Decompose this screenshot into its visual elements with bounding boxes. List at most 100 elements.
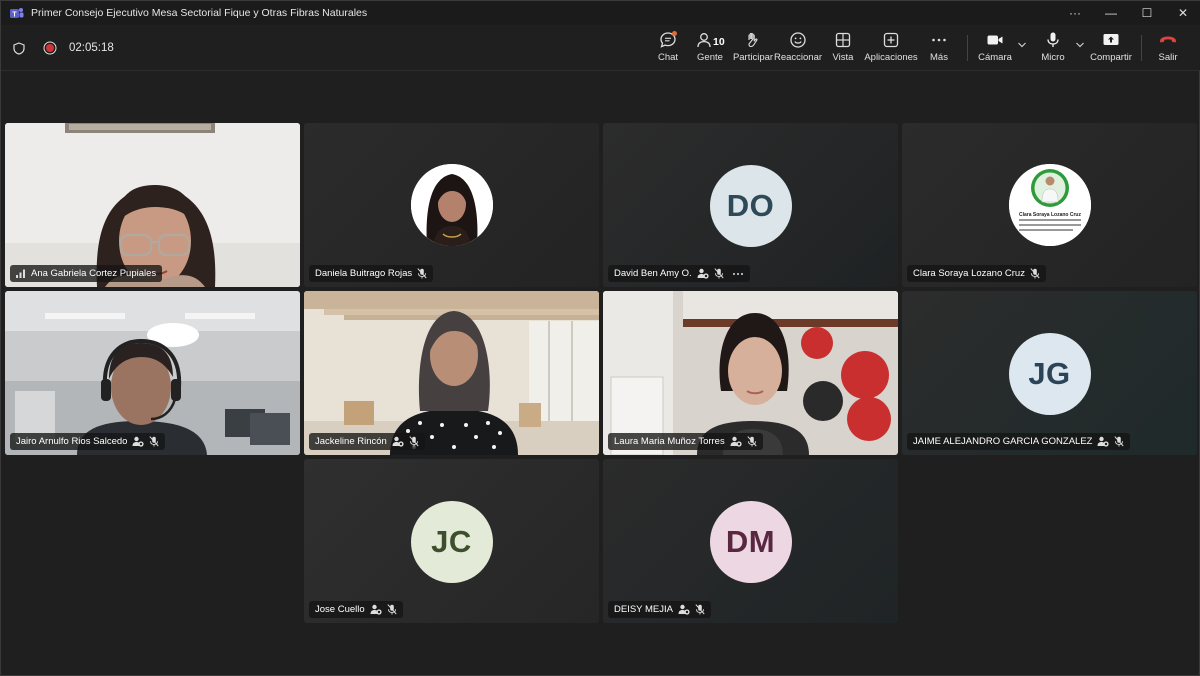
- external-user-icon: [370, 604, 382, 615]
- participant-tile[interactable]: Laura Maria Muñoz Torres: [603, 291, 898, 455]
- participant-nameplate: David Ben Amy O.: [608, 265, 750, 282]
- people-count: 10: [713, 36, 725, 48]
- participant-nameplate: Jackeline Rincón: [309, 433, 425, 450]
- participant-name: Jose Cuello: [315, 604, 365, 615]
- meeting-toolbar: 02:05:18 Chat 10 Gente Participar Reacci…: [1, 25, 1200, 71]
- mic-button[interactable]: Micro: [1039, 31, 1067, 67]
- window-more-button[interactable]: ···: [1057, 1, 1093, 25]
- window-title: Primer Consejo Ejecutivo Mesa Sectorial …: [31, 7, 368, 19]
- shield-icon[interactable]: [13, 41, 25, 55]
- hang-up-icon: [1160, 36, 1176, 43]
- meeting-timer: 02:05:18: [69, 42, 114, 54]
- mic-muted-icon: [409, 436, 419, 447]
- add-app-icon: [883, 32, 899, 48]
- mic-muted-icon: [1114, 436, 1125, 447]
- participant-name: Jairo Arnulfo Rios Salcedo: [16, 436, 128, 447]
- mic-muted-icon: [149, 436, 159, 447]
- share-button[interactable]: Compartir: [1090, 31, 1132, 67]
- participant-tile[interactable]: Jackeline Rincón: [304, 291, 599, 455]
- participant-nameplate: JAIME ALEJANDRO GARCIA GONZALEZ: [907, 433, 1131, 450]
- raise-hand-button[interactable]: Participar: [732, 31, 774, 67]
- camera-options-chevron-icon[interactable]: [1017, 41, 1027, 49]
- participant-more-options-icon[interactable]: [732, 272, 744, 276]
- participant-nameplate: Jose Cuello: [309, 601, 403, 618]
- participant-video: [5, 291, 300, 455]
- photo-caption: Clara Soraya Lozano Cruz: [1019, 212, 1081, 218]
- external-user-icon: [392, 436, 404, 447]
- minimize-button[interactable]: —: [1093, 1, 1129, 25]
- participant-tile[interactable]: JG JAIME ALEJANDRO GARCIA GONZALEZ: [902, 291, 1197, 455]
- profile-photo: Clara Soraya Lozano Cruz: [1008, 164, 1091, 246]
- profile-photo: [410, 164, 493, 246]
- participant-tile[interactable]: JC Jose Cuello: [304, 459, 599, 623]
- mic-options-chevron-icon[interactable]: [1075, 41, 1085, 49]
- toolbar-divider: [967, 35, 968, 61]
- external-user-icon: [697, 268, 709, 279]
- maximize-button[interactable]: ☐: [1129, 1, 1165, 25]
- participant-tile[interactable]: Jairo Arnulfo Rios Salcedo: [5, 291, 300, 455]
- apps-label: Aplicaciones: [864, 52, 918, 63]
- people-icon: [697, 33, 711, 48]
- chat-label: Chat: [657, 52, 679, 63]
- window-controls: ··· — ☐ ✕: [1057, 1, 1200, 25]
- participant-nameplate: DEISY MEJIA: [608, 601, 711, 618]
- more-dots-icon: [932, 38, 946, 42]
- participant-nameplate: Daniela Buitrago Rojas: [309, 265, 434, 282]
- raise-hand-label: Participar: [732, 52, 774, 63]
- participant-video: [603, 291, 898, 455]
- view-button[interactable]: Vista: [831, 31, 855, 67]
- signal-strength-icon: [16, 269, 25, 278]
- participant-nameplate: Ana Gabriela Cortez Pupiales: [10, 265, 163, 282]
- apps-button[interactable]: Aplicaciones: [864, 31, 918, 67]
- participant-video: [304, 291, 599, 455]
- participant-name: DEISY MEJIA: [614, 604, 673, 615]
- participant-photo-avatar: [410, 164, 493, 246]
- participant-video: [5, 123, 300, 287]
- mic-muted-icon: [695, 604, 705, 615]
- participant-name: Daniela Buitrago Rojas: [315, 268, 413, 279]
- people-button[interactable]: 10 Gente: [695, 31, 725, 67]
- leave-label: Salir: [1158, 52, 1178, 63]
- microphone-icon: [1047, 32, 1059, 47]
- participant-tile[interactable]: DO David Ben Amy O.: [603, 123, 898, 287]
- close-window-button[interactable]: ✕: [1165, 1, 1200, 25]
- participant-initials-avatar: DO: [709, 165, 792, 247]
- recording-icon: [43, 41, 57, 55]
- participant-nameplate: Clara Soraya Lozano Cruz: [907, 265, 1046, 282]
- participant-tile[interactable]: Clara Soraya Lozano Cruz Clara Soraya Lo…: [902, 123, 1197, 287]
- participant-tile[interactable]: DM DEISY MEJIA: [603, 459, 898, 623]
- emoji-icon: [790, 32, 806, 48]
- more-button[interactable]: Más: [927, 31, 951, 67]
- view-label: Vista: [832, 52, 854, 63]
- participant-name: Ana Gabriela Cortez Pupiales: [31, 268, 157, 279]
- svg-text:T: T: [12, 11, 17, 18]
- teams-logo-icon: T: [10, 8, 24, 18]
- mic-muted-icon: [747, 436, 757, 447]
- hand-icon: [748, 32, 758, 48]
- participant-name: Jackeline Rincón: [315, 436, 387, 447]
- leave-button[interactable]: Salir: [1156, 31, 1180, 67]
- external-user-icon: [132, 436, 145, 447]
- toolbar-divider: [1141, 35, 1142, 61]
- participant-name: Laura Maria Muñoz Torres: [614, 436, 725, 447]
- participant-tile[interactable]: Daniela Buitrago Rojas: [304, 123, 599, 287]
- participant-name: JAIME ALEJANDRO GARCIA GONZALEZ: [913, 436, 1093, 447]
- participant-initials-avatar: JC: [410, 501, 493, 583]
- camera-button[interactable]: Cámara: [978, 31, 1012, 67]
- participant-name: Clara Soraya Lozano Cruz: [913, 268, 1025, 279]
- mic-muted-icon: [417, 268, 427, 279]
- react-button[interactable]: Reaccionar: [774, 31, 822, 67]
- teams-meeting-window: T Primer Consejo Ejecutivo Mesa Sectoria…: [0, 0, 1200, 676]
- people-label: Gente: [697, 52, 723, 63]
- title-bar: T Primer Consejo Ejecutivo Mesa Sectoria…: [1, 1, 1200, 25]
- participant-nameplate: Laura Maria Muñoz Torres: [608, 433, 763, 450]
- share-label: Compartir: [1090, 52, 1132, 63]
- external-user-icon: [678, 604, 690, 615]
- participant-name: David Ben Amy O.: [614, 268, 692, 279]
- participant-tile[interactable]: Ana Gabriela Cortez Pupiales: [5, 123, 300, 287]
- mic-muted-icon: [387, 604, 397, 615]
- share-screen-icon: [1103, 34, 1119, 45]
- chat-button[interactable]: Chat: [656, 31, 680, 67]
- external-user-icon: [1097, 436, 1110, 447]
- more-label: Más: [930, 52, 948, 63]
